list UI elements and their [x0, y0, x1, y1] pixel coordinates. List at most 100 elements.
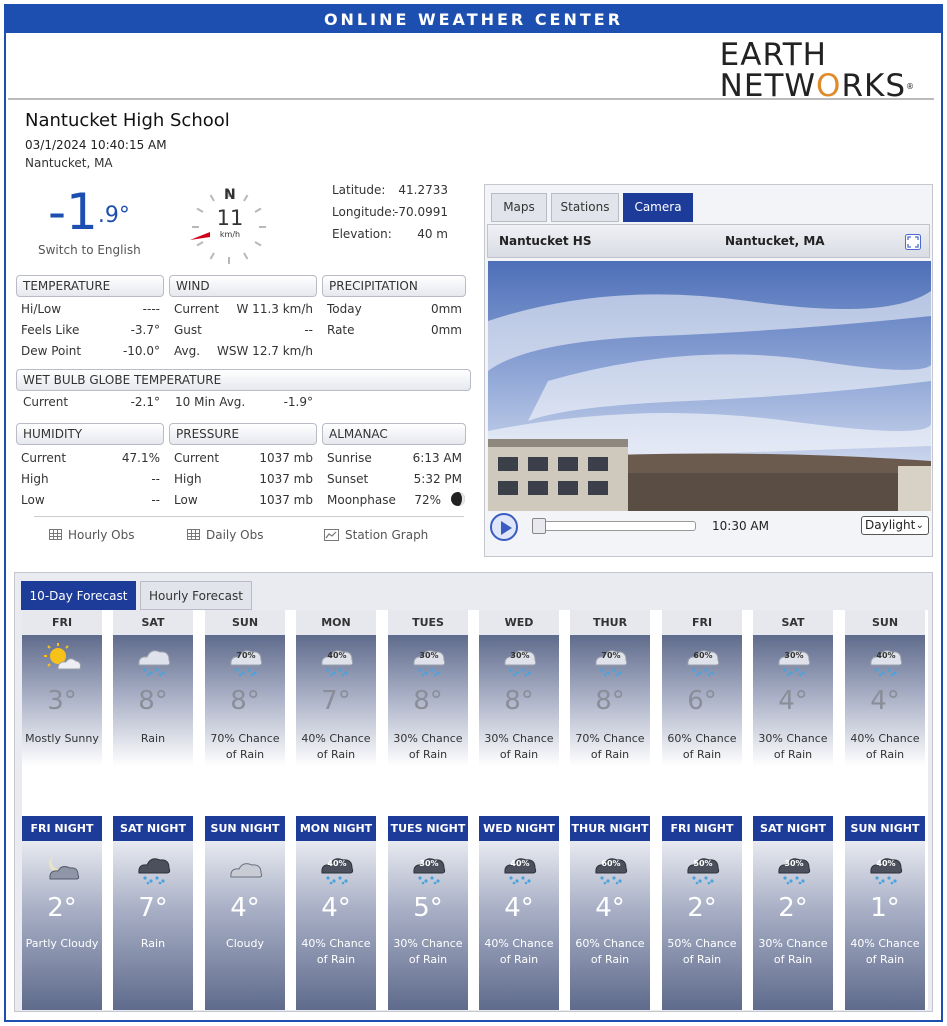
almanac-header: ALMANAC [322, 423, 466, 445]
play-button[interactable] [490, 513, 518, 541]
forecast-night-cell: 4° Cloudy [205, 841, 285, 1010]
pressure-header: PRESSURE [169, 423, 317, 445]
forecast-day-desc: 30% Chance of Rain [393, 732, 463, 761]
forecast-day-column: TUES 30% 8° 30% Chance of Rain TUES NIGHT 30% 5… [388, 610, 468, 1010]
station-graph-link[interactable]: Station Graph [324, 528, 428, 542]
forecast-day-desc: Mostly Sunny [25, 732, 99, 745]
forecast-night-temp: 5° [413, 893, 443, 923]
rain-icon: 50% [684, 851, 722, 885]
sun-cloud-icon [44, 643, 82, 677]
rain-icon: 40% [318, 643, 356, 677]
forecast-day-desc: 30% Chance of Rain [484, 732, 554, 761]
forecast-day-label: FRI [662, 610, 742, 635]
links-divider [34, 516, 464, 517]
rain-icon: 30% [775, 643, 813, 677]
cloud-icon [227, 851, 265, 885]
wind-header: WIND [169, 275, 317, 297]
forecast-night-cell: 40% 4° 40% Chance of Rain [479, 841, 559, 1010]
tab-hourly-forecast[interactable]: Hourly Forecast [140, 581, 252, 610]
forecast-night-label: SUN NIGHT [205, 816, 285, 841]
chevron-down-icon: ⌄ [915, 520, 924, 531]
chance-badge: 40% [327, 859, 347, 868]
forecast-day-column: SUN 70% 8° 70% Chance of Rain SUN NIGHT 4° Clou… [205, 610, 285, 1010]
tab-camera[interactable]: Camera [623, 193, 693, 222]
forecast-night-temp: 4° [595, 893, 625, 923]
chance-badge: 60% [601, 859, 621, 868]
forecast-night-cell: 30% 5° 30% Chance of Rain [388, 841, 468, 1010]
rain-icon: 40% [501, 851, 539, 885]
rain-icon: 70% [592, 643, 630, 677]
station-datetime: 03/1/2024 10:40:15 AM [25, 138, 167, 152]
forecast-night-desc: Cloudy [226, 937, 264, 950]
wind-speed-unit: km/h [219, 230, 241, 239]
forecast-night-label: FRI NIGHT [662, 816, 742, 841]
forecast-day-desc: 60% Chance of Rain [667, 732, 737, 761]
forecast-day-temp: 4° [870, 686, 900, 716]
forecast-day-temp: 8° [413, 686, 443, 716]
latitude-value: 41.2733 [398, 183, 448, 197]
forecast-night-label: FRI NIGHT [22, 816, 102, 841]
timeline-handle[interactable] [532, 518, 546, 534]
forecast-night-temp: 4° [504, 893, 534, 923]
forecast-night-desc: Rain [140, 937, 166, 950]
chance-badge: 70% [236, 651, 256, 660]
camera-player: 10:30 AM Daylight ⌄ [488, 511, 931, 541]
camera-mode-select[interactable]: Daylight ⌄ [861, 516, 929, 535]
rain-icon: 40% [318, 851, 356, 885]
forecast-day-column: MON 40% 7° 40% Chance of Rain MON NIGHT 40% 4° 4… [296, 610, 376, 1010]
forecast-day-temp: 7° [321, 686, 351, 716]
earth-networks-logo: EARTH NETWORKS® [719, 37, 915, 104]
forecast-day-label: SAT [113, 610, 193, 635]
moon-phase-icon [451, 492, 465, 506]
forecast-night-label: THUR NIGHT [570, 816, 650, 841]
header-divider [8, 98, 934, 100]
forecast-day-column: FRI 60% 6° 60% Chance of Rain FRI NIGHT 50% 2° 5… [662, 610, 742, 1010]
forecast-day-cell: 30% 8° 30% Chance of Rain [388, 635, 468, 810]
chance-badge: 40% [327, 651, 347, 660]
rain-icon [135, 851, 173, 885]
forecast-night-label: TUES NIGHT [388, 816, 468, 841]
camera-name: Nantucket HS [499, 234, 592, 248]
forecast-day-desc: 70% Chance of Rain [575, 732, 645, 761]
camera-header: Nantucket HS Nantucket, MA [487, 224, 930, 258]
tab-stations[interactable]: Stations [551, 193, 619, 222]
wbgt-header: WET BULB GLOBE TEMPERATURE [16, 369, 471, 391]
forecast-day-desc: 40% Chance of Rain [850, 732, 920, 761]
camera-panel: Maps Stations Camera Nantucket HS Nantuc… [484, 184, 933, 557]
forecast-night-label: SAT NIGHT [113, 816, 193, 841]
forecast-day-column: WED 30% 8° 30% Chance of Rain WED NIGHT 40% 4° 4… [479, 610, 559, 1010]
forecast-day-desc: 70% Chance of Rain [210, 732, 280, 761]
forecast-night-desc: 30% Chance of Rain [393, 937, 463, 966]
rain-icon: 30% [775, 851, 813, 885]
forecast-day-desc: 30% Chance of Rain [758, 732, 828, 761]
forecast-day-label: SUN [845, 610, 925, 635]
forecast-night-label: SAT NIGHT [753, 816, 833, 841]
forecast-night-desc: 60% Chance of Rain [575, 937, 645, 966]
forecast-day-temp: 3° [47, 686, 77, 716]
timeline-slider[interactable] [532, 521, 696, 531]
fullscreen-icon[interactable] [905, 234, 921, 250]
tab-maps[interactable]: Maps [491, 193, 547, 222]
daily-obs-link[interactable]: Daily Obs [187, 528, 264, 542]
forecast-day-cell: 70% 8° 70% Chance of Rain [570, 635, 650, 810]
chance-badge: 30% [419, 859, 439, 868]
forecast-day-cell: 40% 7° 40% Chance of Rain [296, 635, 376, 810]
forecast-night-cell: 50% 2° 50% Chance of Rain [662, 841, 742, 1010]
camera-location: Nantucket, MA [725, 234, 825, 248]
forecast-grid: FRI 3° Mostly Sunny FRI NIGHT 2° Partly Cloud… [22, 610, 928, 1010]
forecast-day-cell: 30% 8° 30% Chance of Rain [479, 635, 559, 810]
forecast-night-temp: 7° [138, 893, 168, 923]
tab-10-day-forecast[interactable]: 10-Day Forecast [21, 581, 136, 610]
hourly-obs-link[interactable]: Hourly Obs [49, 528, 134, 542]
forecast-night-desc: Partly Cloudy [25, 937, 99, 950]
forecast-day-label: WED [479, 610, 559, 635]
forecast-day-label: TUES [388, 610, 468, 635]
switch-units-link[interactable]: Switch to English [38, 243, 141, 257]
chance-badge: 70% [601, 651, 621, 660]
forecast-night-label: SUN NIGHT [845, 816, 925, 841]
rain-icon: 40% [867, 643, 905, 677]
rain-icon: 30% [410, 851, 448, 885]
forecast-day-temp: 8° [230, 686, 260, 716]
chance-badge: 40% [876, 859, 896, 868]
forecast-day-label: SAT [753, 610, 833, 635]
